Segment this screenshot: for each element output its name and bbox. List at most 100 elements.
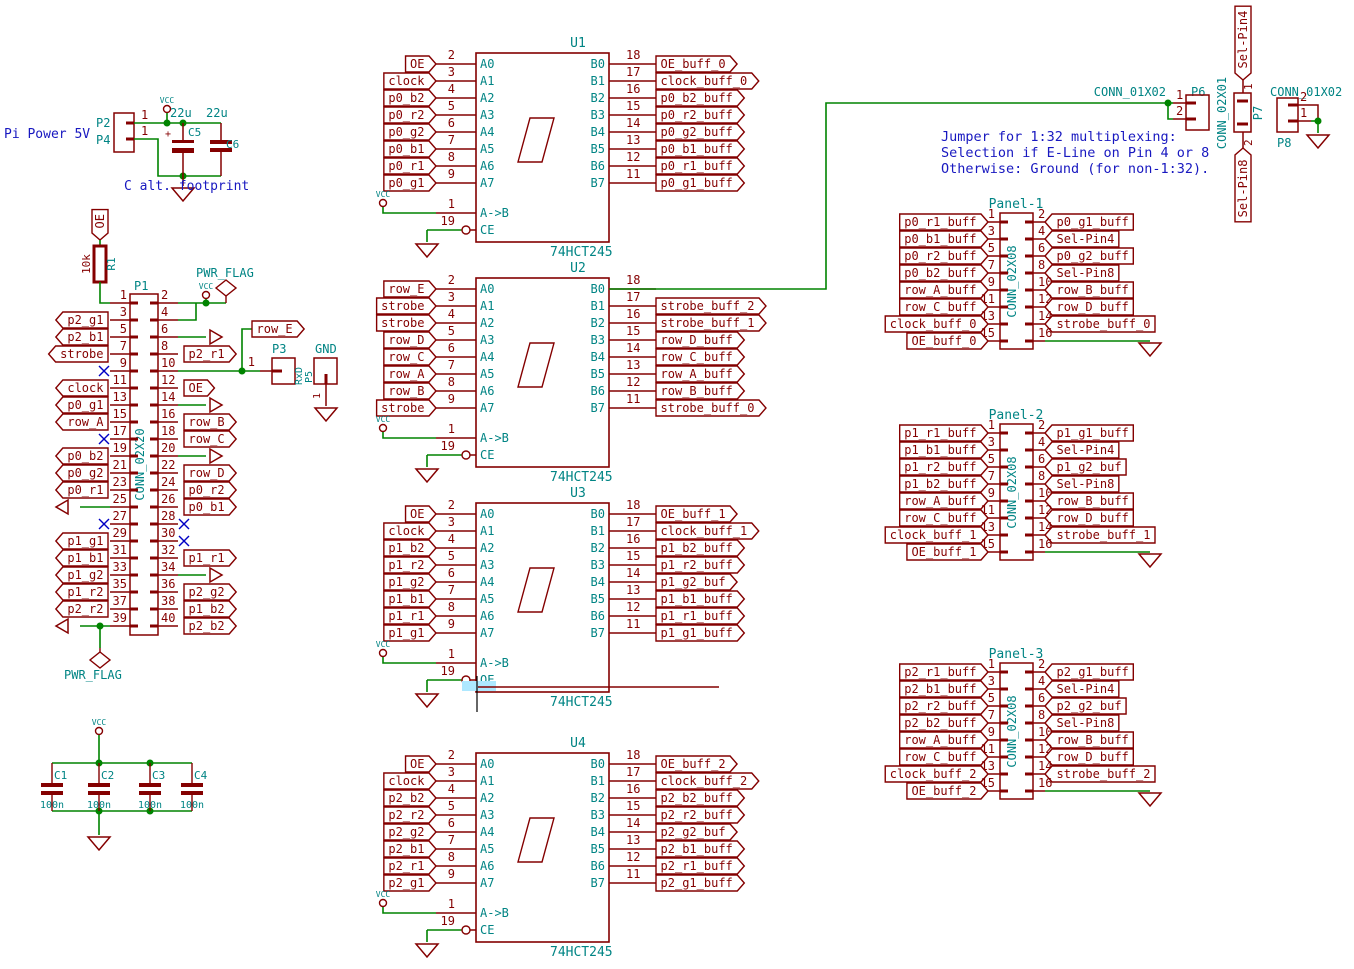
gnd-symbol[interactable]	[1139, 554, 1161, 567]
global-label-clock-buff-1[interactable]: clock_buff_1	[656, 523, 759, 539]
global-label-p1-r2[interactable]: p1_r2	[56, 584, 108, 600]
global-label-p2-b1-buff[interactable]: p2_b1_buff	[656, 841, 744, 857]
global-label-vertical[interactable]: OE	[92, 210, 108, 240]
gnd-symbol[interactable]	[88, 837, 110, 850]
vcc-symbol[interactable]: VCC	[376, 415, 391, 432]
global-label-p2-r2-buff[interactable]: p2_r2_buff	[656, 807, 744, 823]
global-label-p0-b2[interactable]: p0_b2	[56, 448, 108, 464]
vcc-symbol[interactable]: VCC	[199, 282, 214, 299]
gnd-symbol-rotated[interactable]	[210, 449, 222, 463]
global-label-row-c[interactable]: row_C	[384, 349, 436, 365]
global-label-strobe-buff-2[interactable]: strobe_buff_2	[1045, 766, 1155, 782]
global-label-row-b[interactable]: row_B	[384, 383, 436, 399]
global-label-clock-buff-2[interactable]: clock_buff_2	[656, 773, 759, 789]
global-label-p1-r1-buff[interactable]: p1_r1_buff	[900, 425, 988, 441]
global-label-row-b-buff[interactable]: row_B_buff	[1045, 732, 1133, 748]
global-label-row-a-buff[interactable]: row_A_buff	[656, 366, 744, 382]
global-label-oe-buff-2[interactable]: OE_buff_2	[656, 756, 737, 772]
connector-panel-1[interactable]: Panel-1CONN_02X08	[988, 197, 1045, 349]
global-label-p0-g2-buff[interactable]: p0_g2_buff	[656, 124, 744, 140]
global-label-clock-buff-2[interactable]: clock_buff_2	[885, 766, 988, 782]
global-label-p2-b1[interactable]: p2_b1	[384, 841, 436, 857]
global-label-p2-r1-buff[interactable]: p2_r1_buff	[656, 858, 744, 874]
global-label-clock[interactable]: clock	[384, 523, 436, 539]
global-label-oe-buff-1[interactable]: OE_buff_1	[907, 544, 988, 560]
global-label-oe-buff-0[interactable]: OE_buff_0	[907, 333, 988, 349]
global-label-p1-b1-buff[interactable]: p1_b1_buff	[656, 591, 744, 607]
gnd-symbol[interactable]	[416, 694, 438, 707]
global-label-p0-g2[interactable]: p0_g2	[56, 465, 108, 481]
connector-p7[interactable]	[1234, 93, 1251, 132]
global-label-row-a-buff[interactable]: row_A_buff	[900, 282, 988, 298]
capacitor-c2[interactable]: C2100n	[87, 769, 114, 811]
global-label-p2-r1[interactable]: p2_r1	[184, 346, 236, 362]
global-label-row-c-buff[interactable]: row_C_buff	[900, 749, 988, 765]
global-label-row-b-buff[interactable]: row_B_buff	[1045, 493, 1133, 509]
global-label-p0-r2[interactable]: p0_r2	[184, 482, 236, 498]
vcc-symbol[interactable]: VCC	[376, 640, 391, 657]
global-label-p2-r2[interactable]: p2_r2	[384, 807, 436, 823]
global-label-p2-g1[interactable]: p2_g1	[384, 875, 436, 891]
global-label-p2-b2[interactable]: p2_b2	[184, 618, 236, 634]
connector-panel-3[interactable]: Panel-3CONN_02X08	[988, 647, 1045, 799]
global-label-p0-b1-buff[interactable]: p0_b1_buff	[656, 141, 744, 157]
global-label-row-c[interactable]: row_C	[184, 431, 236, 447]
global-label-p2-b2[interactable]: p2_b2	[384, 790, 436, 806]
global-label-p1-r1[interactable]: p1_r1	[384, 608, 436, 624]
global-label-sel-pin8[interactable]: Sel-Pin8	[1045, 265, 1119, 281]
global-label-p1-g1-buff[interactable]: p1_g1_buff	[656, 625, 744, 641]
vcc-symbol[interactable]: VCC	[376, 890, 391, 907]
global-label-p0-g1[interactable]: p0_g1	[56, 397, 108, 413]
global-label-vertical[interactable]: Sel-Pin8	[1235, 148, 1251, 222]
global-label-p1-r2-buff[interactable]: p1_r2_buff	[900, 459, 988, 475]
global-label-p0-r1-buff[interactable]: p0_r1_buff	[900, 214, 988, 230]
global-label-p1-g2-buf[interactable]: p1_g2_buf	[656, 574, 737, 590]
global-label-p1-b2[interactable]: p1_b2	[184, 601, 236, 617]
global-label-p0-b2-buff[interactable]: p0_b2_buff	[900, 265, 988, 281]
connector-panel-2[interactable]: Panel-2CONN_02X08	[988, 408, 1045, 560]
gnd-symbol[interactable]	[1139, 343, 1161, 356]
global-label-p1-g1[interactable]: p1_g1	[56, 533, 108, 549]
global-label-p1-b2[interactable]: p1_b2	[384, 540, 436, 556]
global-label-p2-g1-buff[interactable]: p2_g1_buff	[1045, 664, 1133, 680]
gnd-symbol[interactable]	[416, 469, 438, 482]
global-label-p0-b1[interactable]: p0_b1	[184, 499, 236, 515]
global-label-sel-pin8[interactable]: Sel-Pin8	[1045, 476, 1119, 492]
global-label-strobe-buff-0[interactable]: strobe_buff_0	[1045, 316, 1155, 332]
global-label-p2-r1[interactable]: p2_r1	[384, 858, 436, 874]
global-label-p1-g1-buff[interactable]: p1_g1_buff	[1045, 425, 1133, 441]
global-label-oe[interactable]: OE	[406, 56, 436, 72]
global-label-row-d[interactable]: row_D	[184, 465, 236, 481]
global-label-row-d-buff[interactable]: row_D_buff	[1045, 510, 1133, 526]
capacitor-c1[interactable]: C1100n	[40, 769, 67, 811]
global-label-oe-buff-2[interactable]: OE_buff_2	[907, 783, 988, 799]
global-label-p0-g1[interactable]: p0_g1	[384, 175, 436, 191]
global-label-row-b-buff[interactable]: row_B_buff	[1045, 282, 1133, 298]
global-label-sel-pin4[interactable]: Sel-Pin4	[1045, 681, 1119, 697]
connector-p2-p4[interactable]	[114, 113, 134, 152]
global-label-row-a[interactable]: row_A	[56, 414, 108, 430]
global-label-p1-b2-buff[interactable]: p1_b2_buff	[900, 476, 988, 492]
global-label-p1-b2-buff[interactable]: p1_b2_buff	[656, 540, 744, 556]
global-label-sel-pin4[interactable]: Sel-Pin4	[1045, 231, 1119, 247]
capacitor-c3[interactable]: C3100n	[138, 769, 165, 811]
gnd-symbol[interactable]	[1139, 793, 1161, 806]
gnd-symbol-rotated[interactable]	[56, 500, 68, 514]
global-label-p0-b2-buff[interactable]: p0_b2_buff	[656, 90, 744, 106]
global-label-strobe[interactable]: strobe	[49, 346, 108, 362]
global-label-p0-b2[interactable]: p0_b2	[384, 90, 436, 106]
global-label-strobe-buff-1[interactable]: strobe_buff_1	[656, 315, 766, 331]
gnd-symbol-rotated[interactable]	[210, 330, 222, 344]
global-label-row-c-buff[interactable]: row_C_buff	[900, 510, 988, 526]
global-label-sel-pin4[interactable]: Sel-Pin4	[1235, 6, 1251, 80]
global-label-oe[interactable]: OE	[406, 756, 436, 772]
vcc-symbol[interactable]: VCC	[92, 718, 107, 735]
global-label-p1-g2[interactable]: p1_g2	[56, 567, 108, 583]
global-label-row-c-buff[interactable]: row_C_buff	[656, 349, 744, 365]
global-label-p1-b1[interactable]: p1_b1	[384, 591, 436, 607]
global-label-p2-b2-buff[interactable]: p2_b2_buff	[900, 715, 988, 731]
gnd-symbol-rotated[interactable]	[210, 568, 222, 582]
capacitor-c4[interactable]: C4100n	[180, 769, 208, 811]
global-label-sel-pin4[interactable]: Sel-Pin4	[1045, 442, 1119, 458]
global-label-p0-g1-buff[interactable]: p0_g1_buff	[1045, 214, 1133, 230]
